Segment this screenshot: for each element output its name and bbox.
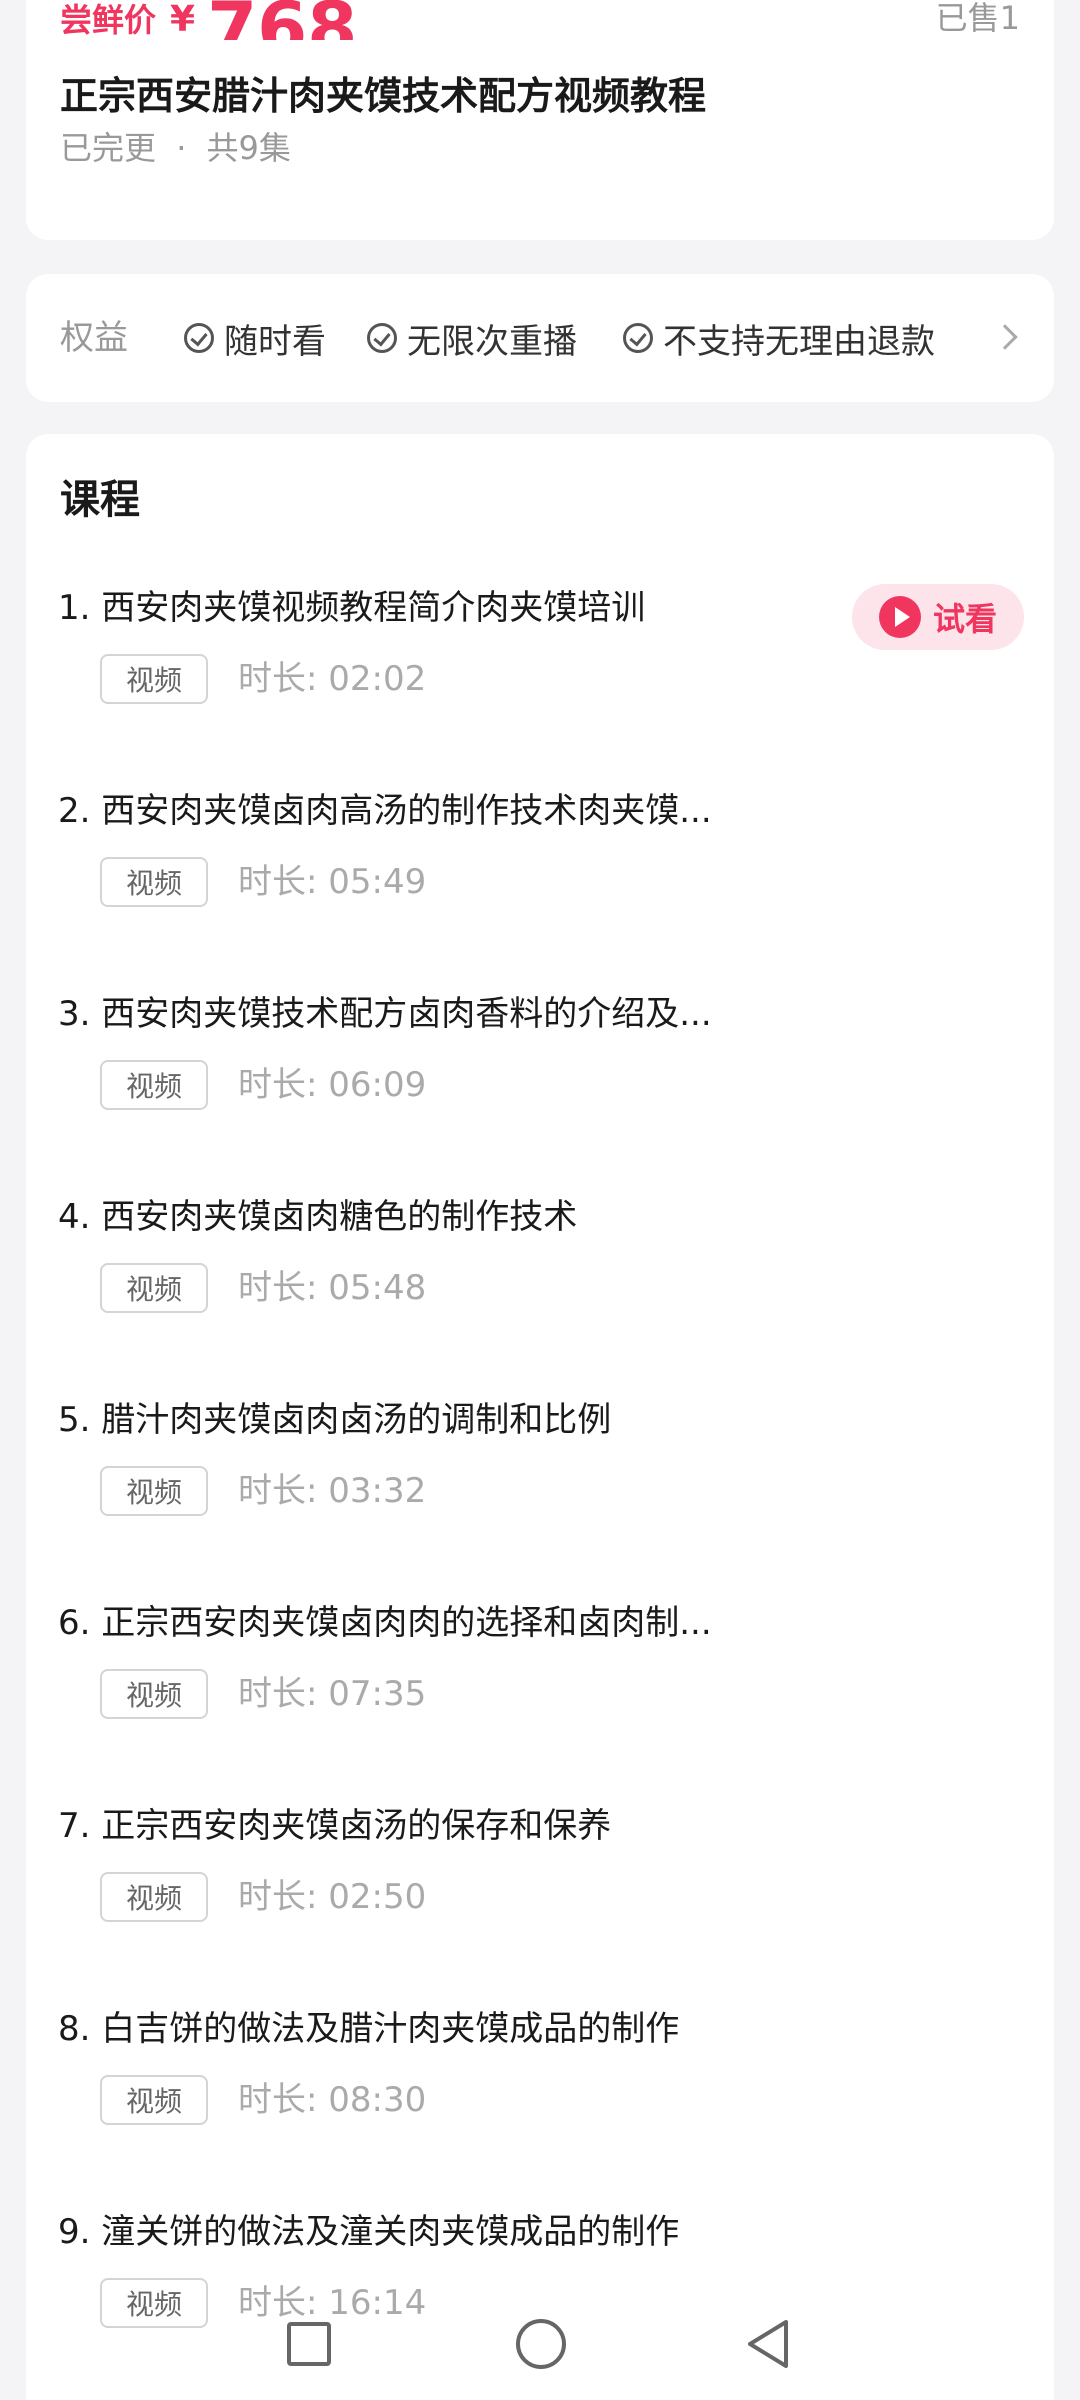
course-list-card: 课程 试看 1. 西安肉夹馍视频教程简介肉夹馍培训 视频 时长: 02:02 2… [26,434,1054,2400]
price-value: 768 [207,0,357,40]
recents-square-icon[interactable] [287,2322,331,2366]
benefits-row[interactable]: 权益 随时看 无限次重播 不支持无理由退款 [26,274,1054,402]
lesson-duration: 时长: 08:30 [238,2075,426,2125]
lesson-item[interactable]: 1. 西安肉夹馍视频教程简介肉夹馍培训 视频 时长: 02:02 [26,584,1054,787]
lesson-duration: 时长: 05:49 [238,857,426,907]
course-meta: 已完更 · 共9集 [60,120,291,176]
lesson-duration: 时长: 06:09 [238,1060,426,1110]
check-circle-icon [623,323,653,353]
duration-prefix: 时长: [238,1471,318,1511]
duration-prefix: 时长: [238,1674,318,1714]
episode-count: 共9集 [206,129,291,167]
video-tag: 视频 [100,1872,208,1922]
duration-value: 05:49 [328,862,427,902]
benefits-label: 权益 [60,318,128,358]
lesson-duration: 时长: 07:35 [238,1669,426,1719]
benefit-label: 随时看 [224,321,326,362]
product-card: 尝鲜价 ¥ 768 已售1 正宗西安腊汁肉夹馍技术配方视频教程 已完更 · 共9… [26,0,1054,240]
meta-separator: · [176,129,187,167]
duration-value: 03:32 [328,1471,427,1511]
lesson-title: 4. 西安肉夹馍卤肉糖色的制作技术 [58,1197,578,1237]
lesson-title: 1. 西安肉夹馍视频教程简介肉夹馍培训 [58,588,646,628]
duration-value: 06:09 [328,1065,427,1105]
duration-value: 02:02 [328,659,427,699]
video-tag: 视频 [100,857,208,907]
check-circle-icon [184,323,214,353]
video-tag: 视频 [100,1466,208,1516]
video-tag: 视频 [100,654,208,704]
lesson-title: 9. 潼关饼的做法及潼关肉夹馍成品的制作 [58,2212,680,2252]
lesson-duration: 时长: 05:48 [238,1263,426,1313]
duration-prefix: 时长: [238,1065,318,1105]
section-title: 课程 [60,477,140,523]
lesson-item[interactable]: 3. 西安肉夹馍技术配方卤肉香料的介绍及... 视频 时长: 06:09 [26,990,1054,1193]
lesson-title: 8. 白吉饼的做法及腊汁肉夹馍成品的制作 [58,2009,680,2049]
benefit-item-replay: 无限次重播 [367,314,577,362]
video-tag: 视频 [100,1669,208,1719]
lesson-item[interactable]: 2. 西安肉夹馍卤肉高汤的制作技术肉夹馍... 视频 时长: 05:49 [26,787,1054,990]
lesson-duration: 时长: 03:32 [238,1466,426,1516]
price-label: 尝鲜价 [60,1,157,39]
benefit-label: 不支持无理由退款 [663,321,935,362]
duration-value: 05:48 [328,1268,427,1308]
completion-status: 已完更 [60,129,157,167]
check-circle-icon [367,323,397,353]
duration-value: 07:35 [328,1674,427,1714]
lesson-title: 7. 正宗西安肉夹馍卤汤的保存和保养 [58,1806,612,1846]
lesson-duration: 时长: 02:02 [238,654,426,704]
duration-prefix: 时长: [238,2080,318,2120]
sold-count: 已售1 [935,0,1020,37]
chevron-right-icon[interactable] [992,324,1018,350]
lesson-title: 6. 正宗西安肉夹馍卤肉肉的选择和卤肉制... [58,1603,712,1643]
lesson-title: 3. 西安肉夹馍技术配方卤肉香料的介绍及... [58,994,712,1034]
lesson-item[interactable]: 7. 正宗西安肉夹馍卤汤的保存和保养 视频 时长: 02:50 [26,1802,1054,2005]
duration-prefix: 时长: [238,1877,318,1917]
lesson-title: 5. 腊汁肉夹馍卤肉卤汤的调制和比例 [58,1400,612,1440]
lesson-duration: 时长: 02:50 [238,1872,426,1922]
lesson-item[interactable]: 5. 腊汁肉夹馍卤肉卤汤的调制和比例 视频 时长: 03:32 [26,1396,1054,1599]
benefit-label: 无限次重播 [407,321,577,362]
duration-prefix: 时长: [238,1268,318,1308]
price-row: 尝鲜价 ¥ 768 [60,0,357,40]
home-circle-icon[interactable] [516,2319,566,2369]
benefit-item-anytime: 随时看 [184,314,326,362]
duration-value: 02:50 [328,1877,427,1917]
lesson-title: 2. 西安肉夹馍卤肉高汤的制作技术肉夹馍... [58,791,712,831]
video-tag: 视频 [100,2075,208,2125]
lesson-item[interactable]: 6. 正宗西安肉夹馍卤肉肉的选择和卤肉制... 视频 时长: 07:35 [26,1599,1054,1802]
course-title: 正宗西安腊汁肉夹馍技术配方视频教程 [60,74,707,118]
duration-value: 08:30 [328,2080,427,2120]
lesson-item[interactable]: 8. 白吉饼的做法及腊汁肉夹馍成品的制作 视频 时长: 08:30 [26,2005,1054,2208]
system-nav-bar [0,2300,1080,2400]
currency-symbol: ¥ [170,0,196,40]
video-tag: 视频 [100,1060,208,1110]
back-triangle-icon[interactable] [744,2318,792,2370]
duration-prefix: 时长: [238,659,318,699]
video-tag: 视频 [100,1263,208,1313]
page: 尝鲜价 ¥ 768 已售1 正宗西安腊汁肉夹馍技术配方视频教程 已完更 · 共9… [0,0,1080,2400]
duration-prefix: 时长: [238,862,318,902]
lesson-item[interactable]: 4. 西安肉夹馍卤肉糖色的制作技术 视频 时长: 05:48 [26,1193,1054,1396]
benefit-item-refund: 不支持无理由退款 [623,314,935,362]
